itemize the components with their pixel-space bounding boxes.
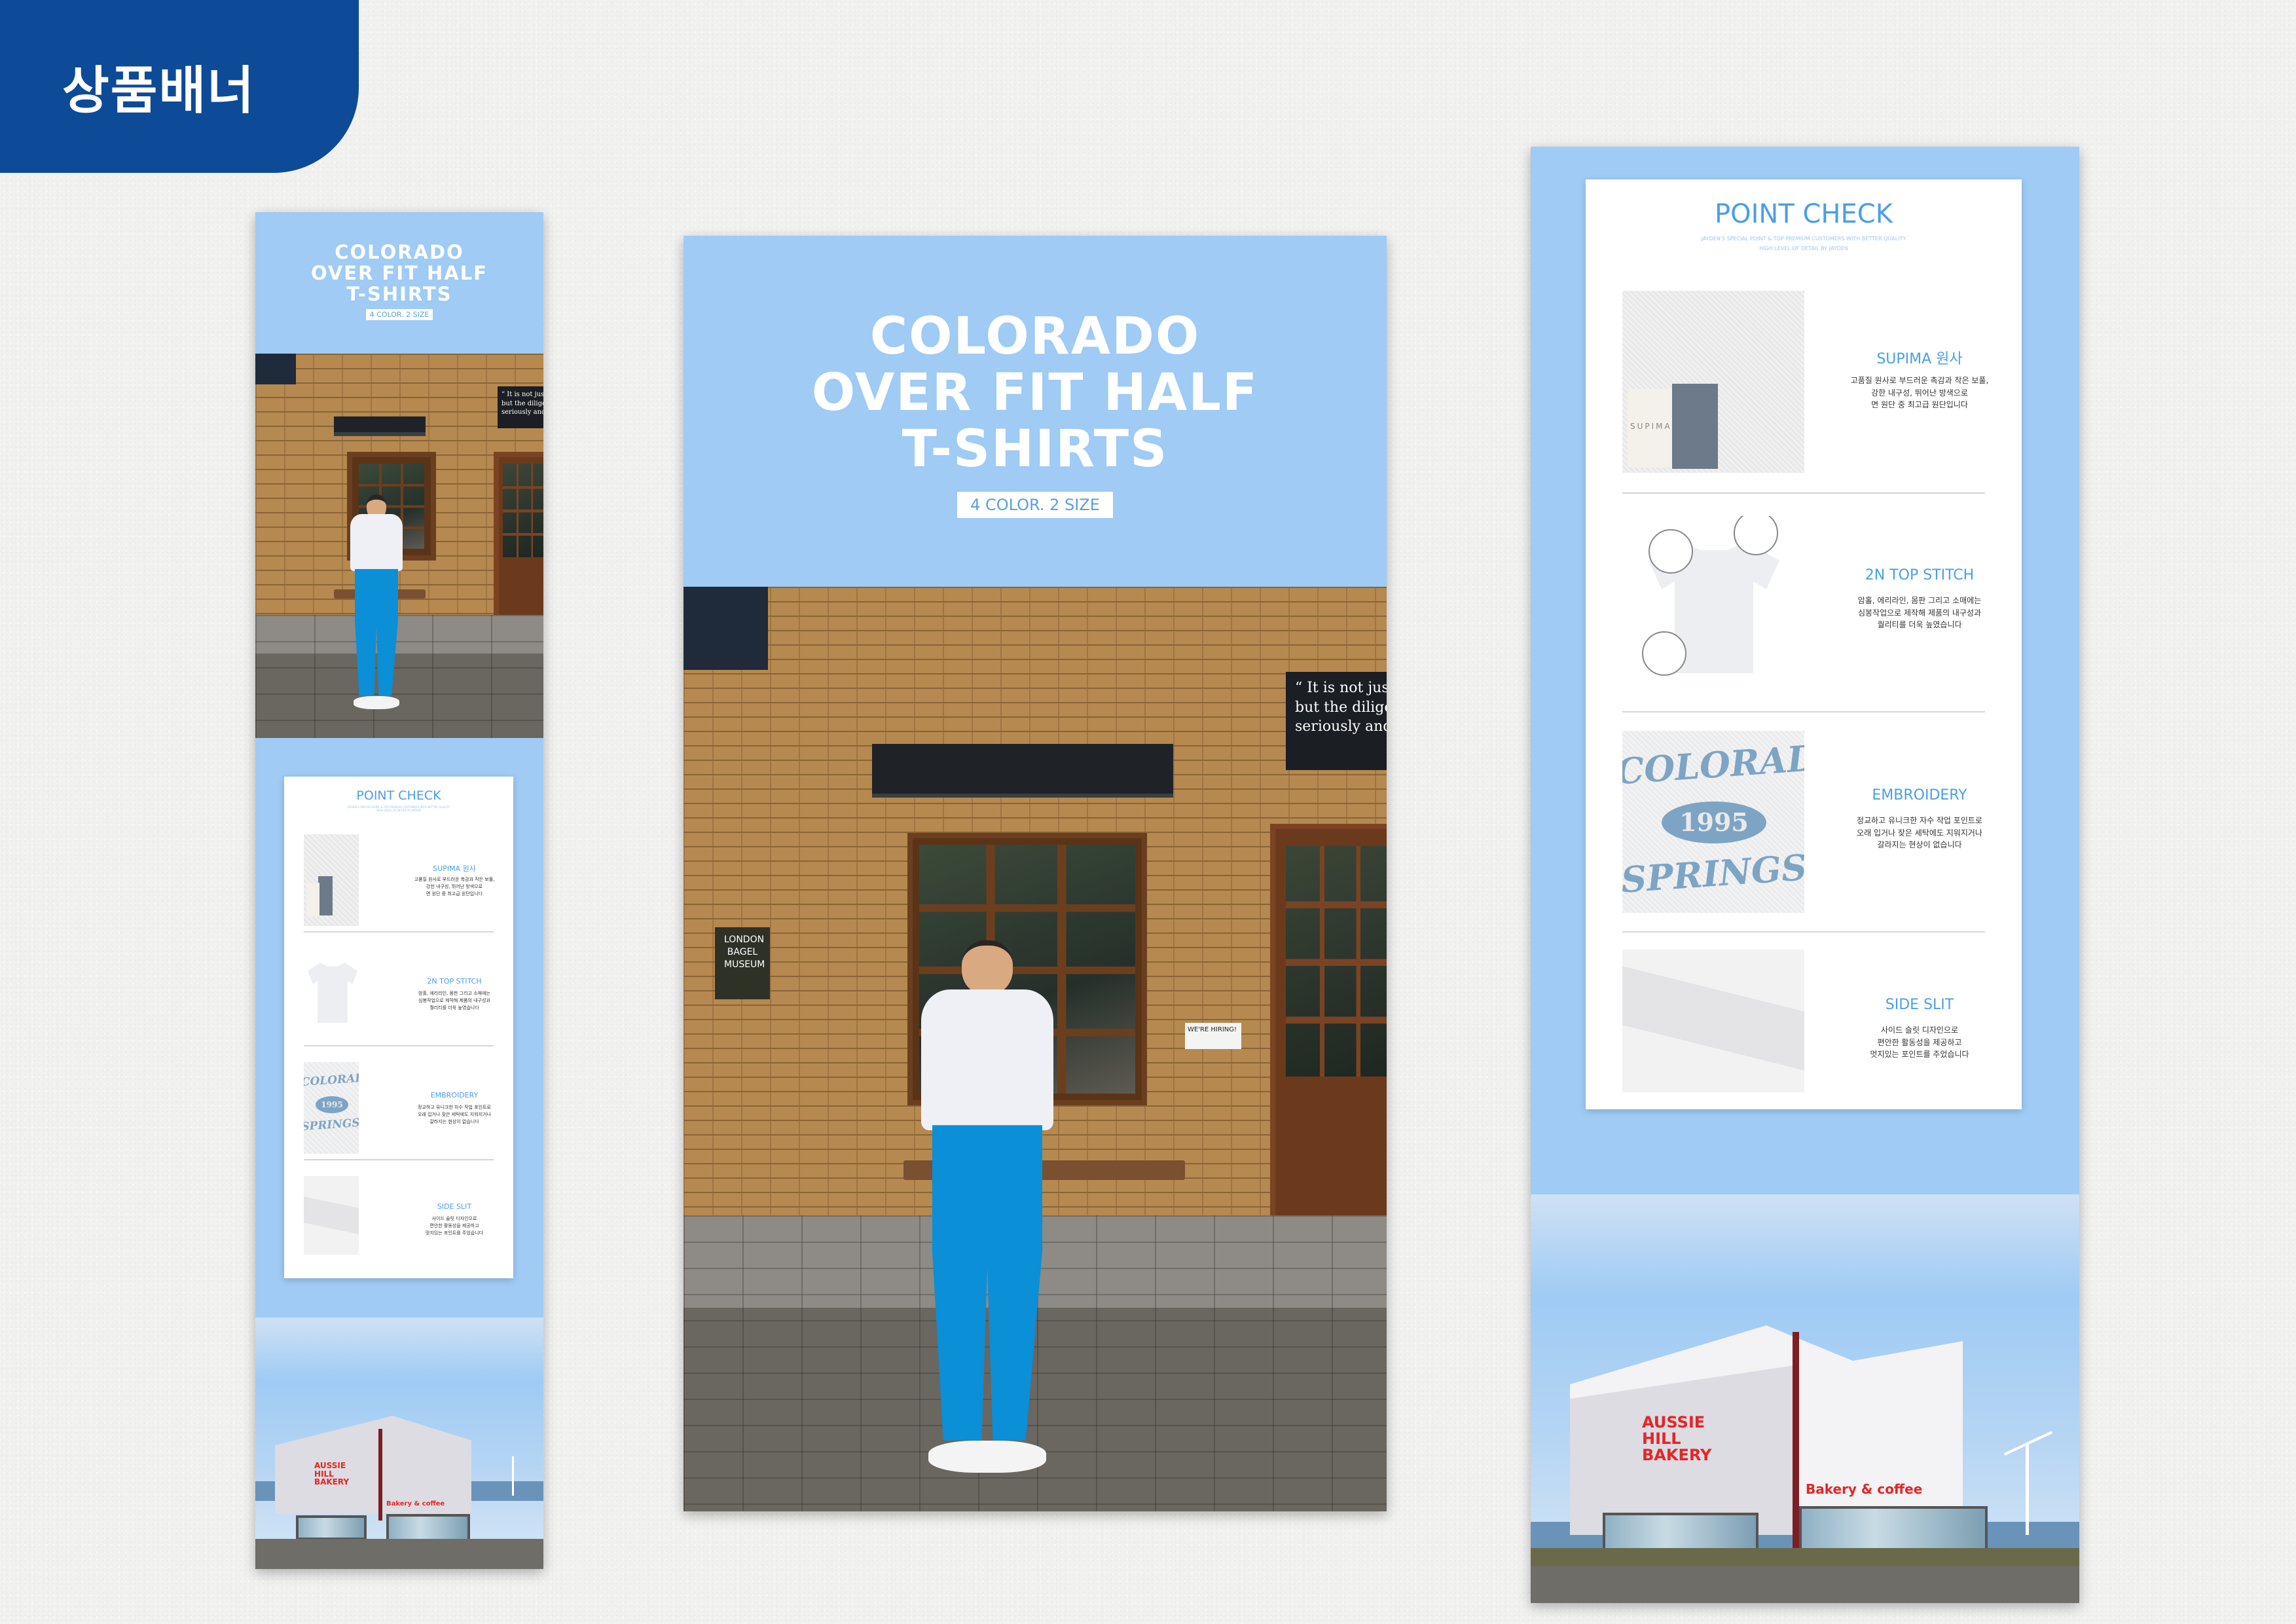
section-label-tab: 상품배너	[0, 0, 359, 173]
preview-point-desc-4: 사이드 슬릿 디자인으로 편안한 활동성을 제공하고 멋지있는 포인트를 주었습니다	[425, 1216, 484, 1236]
preview-badge: 4 COLOR. 2 SIZE	[365, 308, 433, 320]
point-label-supima: SUPIMA 원사	[1876, 351, 1963, 367]
preview-store-photo: “ It is not just tbut the diligencseriou…	[255, 354, 543, 738]
bakery-sub-sign: Bakery & coffee	[1806, 1481, 1923, 1497]
point-row-supima: SUPIMA SUPIMA 원사 고품질 원사로 부드러운 촉감과 작은 보풀,…	[1586, 291, 2022, 507]
preview-point-desc-3: 정교하고 유니크한 자수 작업 포인트로 오래 입거나 잦은 세탁에도 지워지거나…	[418, 1105, 491, 1124]
detail-banner: POINT CHECK JAYDEN'S SPECIAL POINT & TOP…	[1531, 147, 2079, 1603]
embro-mid-text: 1995	[1662, 802, 1766, 843]
point-check-subtitle-1: JAYDEN'S SPECIAL POINT & TOP PREMIUM CUS…	[1701, 236, 1906, 242]
preview-title-line-2: OVER FIT HALF	[310, 261, 488, 284]
preview-model	[340, 494, 412, 714]
point-check-subtitle-2: HIGH LEVEL OF DETAIL BY JAYDEN	[1759, 246, 1848, 251]
preview-embro-bottom: SPRINGS	[304, 1116, 359, 1134]
point-desc-top-stitch: 암홀, 에리라인, 몸판 그리고 소매에는 심봉작업으로 제작해 제품의 내구성과…	[1857, 596, 1982, 630]
preview-embro-mid: 1995	[316, 1096, 348, 1113]
point-desc-embroidery: 정교하고 유니크한 자수 작업 포인트로 오래 입거나 잦은 세탁에도 지워지거나…	[1857, 816, 1982, 850]
preview-point-check-card: POINT CHECK JAYDEN'S SPECIAL POINT & TOP…	[284, 777, 513, 1278]
preview-point-check-title: POINT CHECK	[356, 788, 441, 803]
bakery-photo: AUSSIE HILL BAKERY Bakery & coffee	[1531, 1194, 2079, 1603]
point-check-card: POINT CHECK JAYDEN'S SPECIAL POINT & TOP…	[1586, 179, 2022, 1109]
preview-bakery-name: AUSSIE HILL BAKERY	[314, 1461, 350, 1487]
embro-top-text: COLORADO	[1622, 734, 1804, 793]
point-row-embroidery: COLORADO 1995 SPRINGS EMBROIDERY 정교하고 유니…	[1586, 727, 2022, 950]
point-row-side-slit: SIDE SLIT 사이드 슬릿 디자인으로 편안한 활동성을 제공하고 멋지있는 …	[1586, 950, 2022, 1107]
hero-store-photo: “ It is not just tbut the diligencseriou…	[683, 587, 1387, 1511]
preview-point-label-1: SUPIMA 원사	[433, 864, 476, 873]
side-slit-thumb	[1622, 950, 1804, 1092]
point-row-top-stitch: 2N TOP STITCH 암홀, 에리라인, 몸판 그리고 소매에는 심봉작업으…	[1586, 507, 2022, 727]
bakery-name: AUSSIE HILL BAKERY	[1642, 1413, 1712, 1465]
hero-badge: 4 COLOR. 2 SIZE	[957, 492, 1113, 519]
hero-banner: COLORADO OVER FIT HALF T-SHIRTS 4 COLOR.…	[683, 236, 1387, 1511]
point-desc-supima: 고품질 원사로 부드러운 촉감과 작은 보풀, 강한 내구성, 뛰어난 방색으로 면…	[1850, 376, 1989, 410]
preview-title-line-3: T-SHIRTS	[346, 282, 452, 305]
tshirt-stitch-thumb	[1622, 516, 1804, 686]
section-label: 상품배너	[62, 62, 256, 120]
preview-title-line-1: COLORADO	[335, 241, 464, 263]
hero-menu-sign: LONDON BAGEL MUSEUM	[715, 927, 770, 999]
preview-point-label-2: 2N TOP STITCH	[427, 977, 482, 986]
preview-point-label-4: SIDE SLIT	[437, 1202, 472, 1211]
full-banner-preview: COLORADO OVER FIT HALF T-SHIRTS 4 COLOR.…	[255, 212, 543, 1569]
preview-point-check-subtitle-2: HIGH LEVEL OF DETAIL BY JAYDEN	[376, 809, 421, 812]
point-label-top-stitch: 2N TOP STITCH	[1865, 567, 1975, 583]
hero-title-line-1: COLORADO	[869, 307, 1201, 366]
preview-point-row: COLORADO 1995 SPRINGS EMBROIDERY 정교하고 유니…	[284, 1062, 513, 1167]
hero-title-line-2: OVER FIT HALF	[811, 363, 1259, 422]
preview-bakery-sub-sign: Bakery & coffee	[386, 1500, 445, 1507]
preview-quote-sign: “ It is not just tbut the diligencseriou…	[498, 386, 543, 428]
preview-point-desc-2: 암홀, 에리라인, 몸판 그리고 소매에는 심봉작업으로 제작해 제품의 내구성과…	[418, 991, 490, 1010]
point-check-title: POINT CHECK	[1715, 199, 1893, 229]
preview-point-desc-1: 고품질 원사로 부드러운 촉감과 작은 보풀, 강한 내구성, 뛰어난 방색으로 면…	[414, 877, 495, 896]
point-label-embroidery: EMBROIDERY	[1872, 787, 1967, 803]
hero-title-block: COLORADO OVER FIT HALF T-SHIRTS 4 COLOR.…	[683, 236, 1387, 587]
preview-point-row: SUPIMA 원사 고품질 원사로 부드러운 촉감과 작은 보풀, 강한 내구성,…	[284, 834, 513, 939]
supima-fabric-thumb: SUPIMA	[1622, 291, 1804, 473]
preview-point-label-3: EMBROIDERY	[430, 1091, 479, 1099]
embro-bottom-text: SPRINGS	[1622, 846, 1804, 901]
hero-title-line-3: T-SHIRTS	[902, 419, 1169, 479]
hero-model	[896, 940, 1079, 1484]
hero-hiring-sign: WE'RE HIRING!	[1185, 1023, 1241, 1049]
preview-title-block: COLORADO OVER FIT HALF T-SHIRTS 4 COLOR.…	[255, 212, 543, 354]
wind-turbine	[2026, 1443, 2029, 1535]
preview-bakery-photo: AUSSIE HILL BAKERY Bakery & coffee	[255, 1318, 543, 1569]
preview-point-row: SIDE SLIT 사이드 슬릿 디자인으로 편안한 활동성을 제공하고 멋지있는 …	[284, 1176, 513, 1274]
point-label-side-slit: SIDE SLIT	[1885, 997, 1954, 1013]
embroidery-thumb: COLORADO 1995 SPRINGS	[1622, 731, 1804, 913]
preview-point-row: 2N TOP STITCH 암홀, 에리라인, 몸판 그리고 소매에는 심봉작업으…	[284, 948, 513, 1053]
supima-tag-text: SUPIMA	[1630, 422, 1672, 431]
preview-embro-top: COLORADO	[304, 1071, 359, 1090]
hero-quote-sign: “ It is not just tbut the diligencseriou…	[1286, 672, 1387, 770]
point-desc-side-slit: 사이드 슬릿 디자인으로 편안한 활동성을 제공하고 멋지있는 포인트를 주었습니다	[1870, 1025, 1969, 1060]
